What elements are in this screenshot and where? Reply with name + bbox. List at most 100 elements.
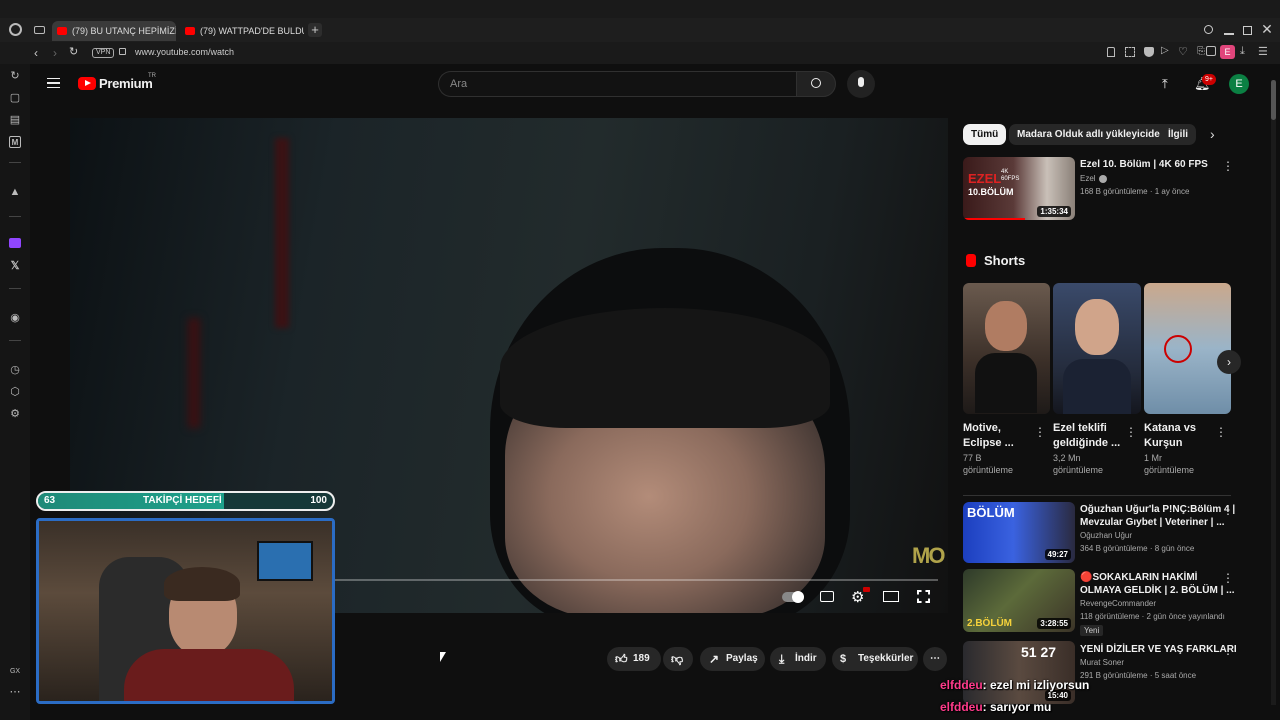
more-actions-button[interactable]: ⋯ xyxy=(923,647,947,671)
play-icon[interactable]: ▷ xyxy=(1161,45,1169,56)
dislike-button[interactable]: 👎︎ xyxy=(663,647,693,671)
short-title-line: Kurşun xyxy=(1144,437,1183,449)
close-window-icon[interactable]: ✕ xyxy=(1261,22,1273,36)
related-channel[interactable]: Oğuzhan Uğur xyxy=(1080,530,1132,542)
extensions-icon[interactable] xyxy=(1206,46,1216,56)
player-icon[interactable]: ◉ xyxy=(9,312,21,324)
vpn-badge[interactable]: VPN xyxy=(92,48,115,58)
minimize-icon[interactable] xyxy=(1224,33,1234,35)
notes-icon[interactable]: ▤ xyxy=(9,114,21,126)
related-title[interactable]: Ezel 10. Bölüm | 4K 60 FPS xyxy=(1080,158,1208,171)
related-thumbnail[interactable]: EZEL 4K 60FPS 10.BÖLÜM 1:35:34 xyxy=(963,157,1075,220)
screenshot-icon[interactable] xyxy=(1125,47,1135,57)
hamburger-icon[interactable] xyxy=(47,78,60,88)
search-tabs-icon[interactable] xyxy=(1204,25,1213,34)
scrollbar-thumb[interactable] xyxy=(1271,80,1276,120)
more-options-icon[interactable]: ⋮ xyxy=(1222,644,1234,656)
related-channel[interactable]: Murat Soner xyxy=(1080,657,1124,669)
short-title[interactable]: Motive, Eclipse ... xyxy=(963,421,1014,451)
avatar[interactable]: E xyxy=(1229,74,1249,94)
download-button[interactable]: ⤓ İndir xyxy=(770,647,826,671)
related-thumbnail[interactable]: 2.BÖLÜM 3:28:55 xyxy=(963,569,1075,632)
bag-icon[interactable]: ▢ xyxy=(9,92,21,104)
related-title[interactable]: Oğuzhan Uğur'la P!NÇ:Bölüm 4 | Mevzular … xyxy=(1080,503,1235,529)
related-thumbnail[interactable]: 51 27 15:40 xyxy=(963,641,1075,704)
page-scrollbar[interactable] xyxy=(1271,80,1276,705)
menu-icon[interactable]: ☰ xyxy=(1258,45,1268,58)
download-label: İndir xyxy=(795,653,817,664)
short-title-line: Ezel teklifi xyxy=(1053,422,1107,434)
more-options-icon[interactable]: ⋮ xyxy=(1222,504,1234,516)
search-input[interactable]: Ara xyxy=(438,71,796,97)
short-views-line: 3,2 Mn xyxy=(1053,453,1081,463)
video-hair xyxy=(500,308,830,428)
share-button[interactable]: ↗ Paylaş xyxy=(700,647,765,671)
forward-icon[interactable]: › xyxy=(53,46,57,60)
duration: 49:27 xyxy=(1044,549,1071,560)
opera-icon[interactable] xyxy=(9,23,22,36)
like-button[interactable]: 👍︎ 189 xyxy=(607,647,661,671)
heart-icon[interactable]: ♡ xyxy=(1178,45,1188,58)
profile-button[interactable]: E xyxy=(1220,45,1235,59)
related-channel[interactable]: RevengeCommander xyxy=(1080,598,1156,610)
history-icon[interactable]: ◷ xyxy=(9,364,21,376)
video-red-light xyxy=(275,138,289,328)
voice-search-button[interactable] xyxy=(847,70,875,98)
tab-active[interactable]: (79) BU UTANÇ HEPİMİZİ xyxy=(52,21,176,41)
bookmark-icon[interactable]: ⎘ xyxy=(1197,46,1205,57)
short-title[interactable]: Katana vs Kurşun xyxy=(1144,421,1196,451)
more-options-icon[interactable]: ⋮ xyxy=(1034,426,1046,438)
chip-all[interactable]: Tümü xyxy=(963,124,1007,145)
short-title-line: geldiğinde ... xyxy=(1053,437,1121,449)
search-button[interactable] xyxy=(796,71,836,97)
reload-icon[interactable]: ↻ xyxy=(69,45,78,58)
chip-related[interactable]: İlgili xyxy=(1160,124,1196,145)
more-options-icon[interactable]: ⋮ xyxy=(1215,426,1227,438)
autoplay-toggle[interactable] xyxy=(782,591,804,603)
gx-label[interactable]: GX xyxy=(9,666,21,678)
thanks-button[interactable]: $ Teşekkürler xyxy=(832,647,918,671)
more-icon[interactable]: ⋯ xyxy=(9,686,21,698)
youtube-logo-icon[interactable] xyxy=(78,77,96,90)
chip-from-uploader[interactable]: Madara Olduk adlı yükleyiciden xyxy=(1009,124,1174,145)
back-icon[interactable]: ‹ xyxy=(34,46,38,60)
new-badge: Yeni xyxy=(1080,625,1104,636)
refresh-icon[interactable]: ↻ xyxy=(9,70,21,82)
like-count: 189 xyxy=(633,653,650,664)
chat-message: elfddeu: ezel mi izliyorsun xyxy=(940,678,1089,692)
follower-goal-bar: 63 TAKİPÇİ HEDEFİ 100 xyxy=(36,491,335,511)
title-line: Mevzular Gıybet | Veteriner | ... xyxy=(1080,517,1225,528)
settings-icon[interactable]: ⚙ xyxy=(9,408,21,420)
restore-icon[interactable] xyxy=(1243,26,1252,35)
url-field[interactable]: www.youtube.com/watch xyxy=(135,47,234,57)
new-tab-button[interactable]: + xyxy=(308,23,322,37)
related-title[interactable]: YENİ DİZİLER VE YAŞ FARKLARI xyxy=(1080,643,1237,656)
short-thumbnail[interactable] xyxy=(963,283,1050,414)
short-thumbnail[interactable] xyxy=(1053,283,1141,414)
more-options-icon[interactable]: ⋮ xyxy=(1125,426,1137,438)
more-options-icon[interactable]: ⋮ xyxy=(1222,160,1234,172)
twitch-icon[interactable] xyxy=(9,238,21,248)
chips-next-icon[interactable]: › xyxy=(1210,126,1215,142)
shorts-next-button[interactable]: › xyxy=(1217,350,1241,374)
m-icon[interactable]: M xyxy=(9,136,21,148)
related-title[interactable]: 🔴SOKAKLARIN HAKİMİ OLMAYA GELDİK | 2. BÖ… xyxy=(1080,571,1235,597)
subtitles-icon[interactable] xyxy=(820,591,834,602)
tab-manager-icon[interactable] xyxy=(34,26,45,34)
short-thumbnail[interactable] xyxy=(1144,283,1231,414)
upload-icon[interactable]: ⤒ xyxy=(1162,76,1168,92)
tab-inactive[interactable]: (79) WATTPAD'DE BULDU xyxy=(180,21,304,41)
related-channel[interactable]: Ezel xyxy=(1080,173,1096,185)
short-title[interactable]: Ezel teklifi geldiğinde ... xyxy=(1053,421,1120,451)
x-twitter-icon[interactable]: 𝕏 xyxy=(9,260,21,272)
cube-icon[interactable]: ⬡ xyxy=(9,386,21,398)
more-options-icon[interactable]: ⋮ xyxy=(1222,572,1234,584)
related-thumbnail[interactable]: BÖLÜM 49:27 xyxy=(963,502,1075,563)
download-icon[interactable]: ⤓ xyxy=(1240,45,1245,58)
thumbs-down-icon: 👎︎ xyxy=(671,652,684,666)
mic-icon xyxy=(858,77,864,87)
arc-icon[interactable]: ▲ xyxy=(9,186,21,198)
shield-icon[interactable] xyxy=(1144,47,1154,57)
theater-mode-icon[interactable] xyxy=(883,591,899,602)
pin-icon[interactable] xyxy=(1107,47,1115,57)
